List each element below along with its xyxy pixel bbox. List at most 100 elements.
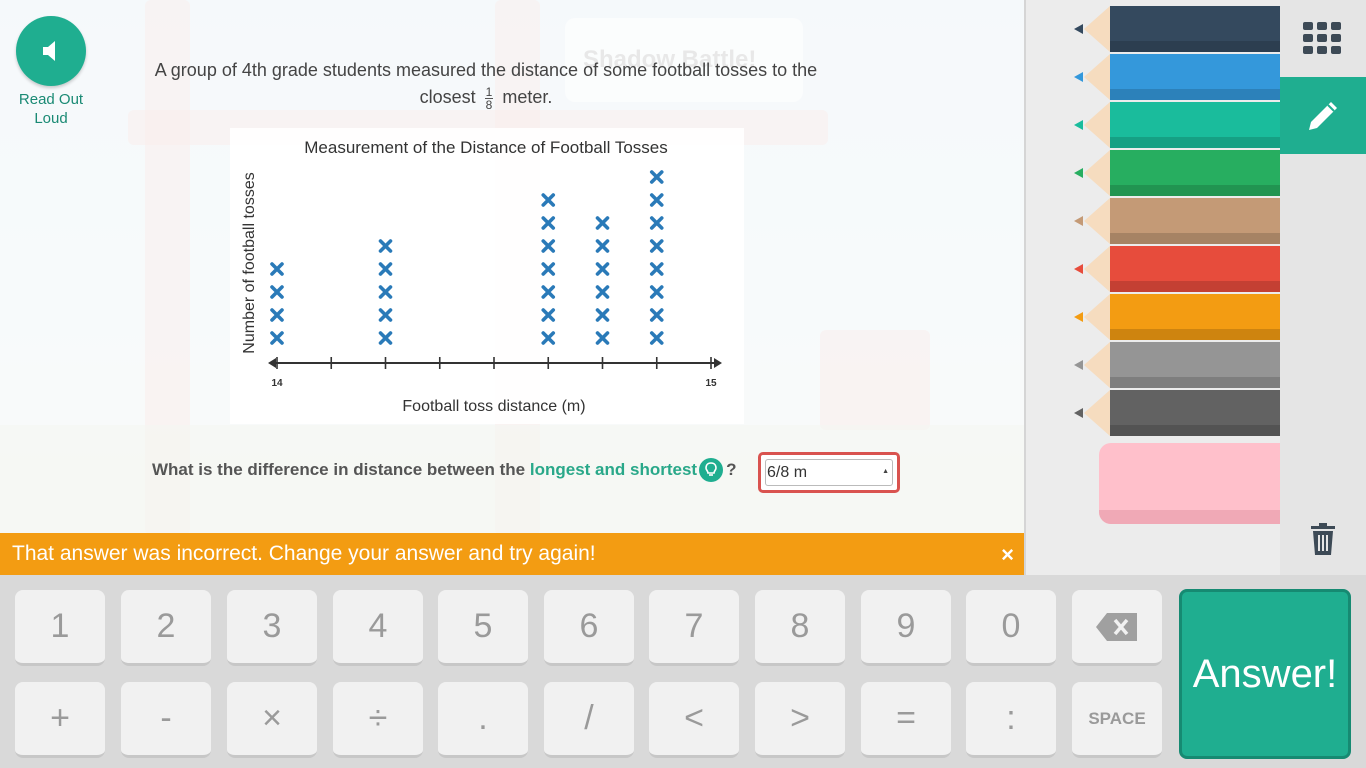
sub-question-before: What is the difference in distance betwe… bbox=[152, 460, 526, 479]
feedback-banner: That answer was incorrect. Change your a… bbox=[0, 533, 1024, 575]
backspace-icon bbox=[1096, 612, 1137, 641]
question-text: A group of 4th grade students measured t… bbox=[130, 57, 842, 111]
tool-column bbox=[1280, 0, 1366, 575]
key-symbol-7[interactable]: > bbox=[755, 682, 845, 758]
x-tick-label: 15 bbox=[705, 378, 717, 389]
x-mark bbox=[378, 239, 393, 253]
grid-menu-button[interactable] bbox=[1280, 0, 1366, 76]
key-3[interactable]: 3 bbox=[227, 590, 317, 666]
x-mark bbox=[541, 331, 556, 345]
question-after: meter. bbox=[502, 87, 553, 107]
read-aloud-button[interactable] bbox=[16, 16, 86, 86]
sub-question: What is the difference in distance betwe… bbox=[152, 458, 736, 482]
x-mark bbox=[595, 262, 610, 276]
x-mark bbox=[378, 285, 393, 299]
pencil-orange[interactable] bbox=[1070, 294, 1280, 340]
answer-field[interactable]: ▲ bbox=[758, 452, 900, 493]
pencil-red[interactable] bbox=[1070, 246, 1280, 292]
backspace-key[interactable] bbox=[1072, 590, 1162, 666]
key-8[interactable]: 8 bbox=[755, 590, 845, 666]
key-symbol-9[interactable]: : bbox=[966, 682, 1056, 758]
x-mark bbox=[541, 193, 556, 207]
key-symbol-8[interactable]: = bbox=[861, 682, 951, 758]
answer-input[interactable] bbox=[767, 461, 877, 485]
x-mark bbox=[270, 308, 284, 322]
x-mark bbox=[378, 262, 393, 276]
x-mark bbox=[378, 331, 393, 345]
key-symbol-4[interactable]: . bbox=[438, 682, 528, 758]
key-1[interactable]: 1 bbox=[15, 590, 105, 666]
x-mark bbox=[541, 262, 556, 276]
key-symbol-6[interactable]: < bbox=[649, 682, 739, 758]
answer-submit-button[interactable]: Answer! bbox=[1179, 589, 1351, 759]
pencil-dark-gray[interactable] bbox=[1070, 390, 1280, 436]
x-mark bbox=[649, 193, 664, 207]
x-mark bbox=[541, 239, 556, 253]
pencil-tool-button[interactable] bbox=[1280, 77, 1366, 154]
key-symbol-3[interactable]: ÷ bbox=[333, 682, 423, 758]
key-symbol-5[interactable]: / bbox=[544, 682, 634, 758]
key-5[interactable]: 5 bbox=[438, 590, 528, 666]
fraction: 1 8 bbox=[484, 84, 494, 112]
y-axis-label: Number of football tosses bbox=[241, 172, 258, 353]
x-mark bbox=[649, 239, 664, 253]
space-key[interactable]: SPACE bbox=[1072, 682, 1162, 758]
sub-question-after: ? bbox=[726, 460, 737, 479]
x-mark bbox=[649, 170, 664, 184]
x-mark bbox=[649, 262, 664, 276]
line-plot-chart: Measurement of the Distance of Football … bbox=[230, 128, 744, 424]
x-mark bbox=[595, 216, 610, 230]
x-mark bbox=[270, 285, 284, 299]
key-4[interactable]: 4 bbox=[333, 590, 423, 666]
fraction-numerator: 1 bbox=[484, 84, 494, 99]
x-mark bbox=[541, 308, 556, 322]
key-symbol-1[interactable]: - bbox=[121, 682, 211, 758]
key-symbol-2[interactable]: × bbox=[227, 682, 317, 758]
key-2[interactable]: 2 bbox=[121, 590, 211, 666]
axis-arrow-right bbox=[714, 358, 722, 368]
x-mark bbox=[378, 308, 393, 322]
pencil-icon bbox=[1309, 101, 1337, 130]
spinner-icon[interactable]: ▲ bbox=[882, 468, 889, 475]
close-icon[interactable]: × bbox=[1001, 542, 1014, 568]
grid-icon bbox=[1303, 22, 1341, 54]
key-symbol-0[interactable]: + bbox=[15, 682, 105, 758]
pencil-tan[interactable] bbox=[1070, 198, 1280, 244]
x-mark bbox=[595, 308, 610, 322]
x-mark bbox=[595, 331, 610, 345]
x-mark bbox=[541, 285, 556, 299]
fraction-denominator: 8 bbox=[485, 97, 493, 112]
chart-title: Measurement of the Distance of Football … bbox=[304, 138, 667, 157]
x-mark bbox=[649, 216, 664, 230]
read-aloud-label: Read Out Loud bbox=[18, 91, 84, 127]
pencil-teal[interactable] bbox=[1070, 102, 1280, 148]
trash-icon bbox=[1311, 523, 1335, 555]
x-mark bbox=[541, 216, 556, 230]
pencil-gray[interactable] bbox=[1070, 342, 1280, 388]
pencil-navy[interactable] bbox=[1070, 6, 1280, 52]
key-0[interactable]: 0 bbox=[966, 590, 1056, 666]
key-7[interactable]: 7 bbox=[649, 590, 739, 666]
x-axis-label: Football toss distance (m) bbox=[402, 398, 585, 415]
sub-question-highlight: longest and shortest bbox=[529, 460, 698, 479]
x-mark bbox=[649, 285, 664, 299]
x-mark bbox=[595, 285, 610, 299]
data-marks bbox=[270, 170, 664, 345]
trash-button[interactable] bbox=[1280, 514, 1366, 564]
pencil-green[interactable] bbox=[1070, 150, 1280, 196]
x-ticks: 14 15 bbox=[271, 357, 717, 389]
key-9[interactable]: 9 bbox=[861, 590, 951, 666]
axis-arrow-left bbox=[268, 358, 276, 368]
x-mark bbox=[649, 331, 664, 345]
chart-svg: Measurement of the Distance of Football … bbox=[241, 138, 722, 415]
pencil-blue[interactable] bbox=[1070, 54, 1280, 100]
speaker-icon bbox=[43, 41, 55, 61]
x-mark bbox=[270, 262, 284, 276]
key-6[interactable]: 6 bbox=[544, 590, 634, 666]
x-tick-label: 14 bbox=[271, 378, 283, 389]
hint-lightbulb-icon[interactable] bbox=[699, 458, 724, 482]
eraser-tool[interactable] bbox=[1099, 443, 1280, 524]
x-mark bbox=[595, 239, 610, 253]
feedback-message: That answer was incorrect. Change your a… bbox=[12, 542, 596, 565]
x-mark bbox=[649, 308, 664, 322]
